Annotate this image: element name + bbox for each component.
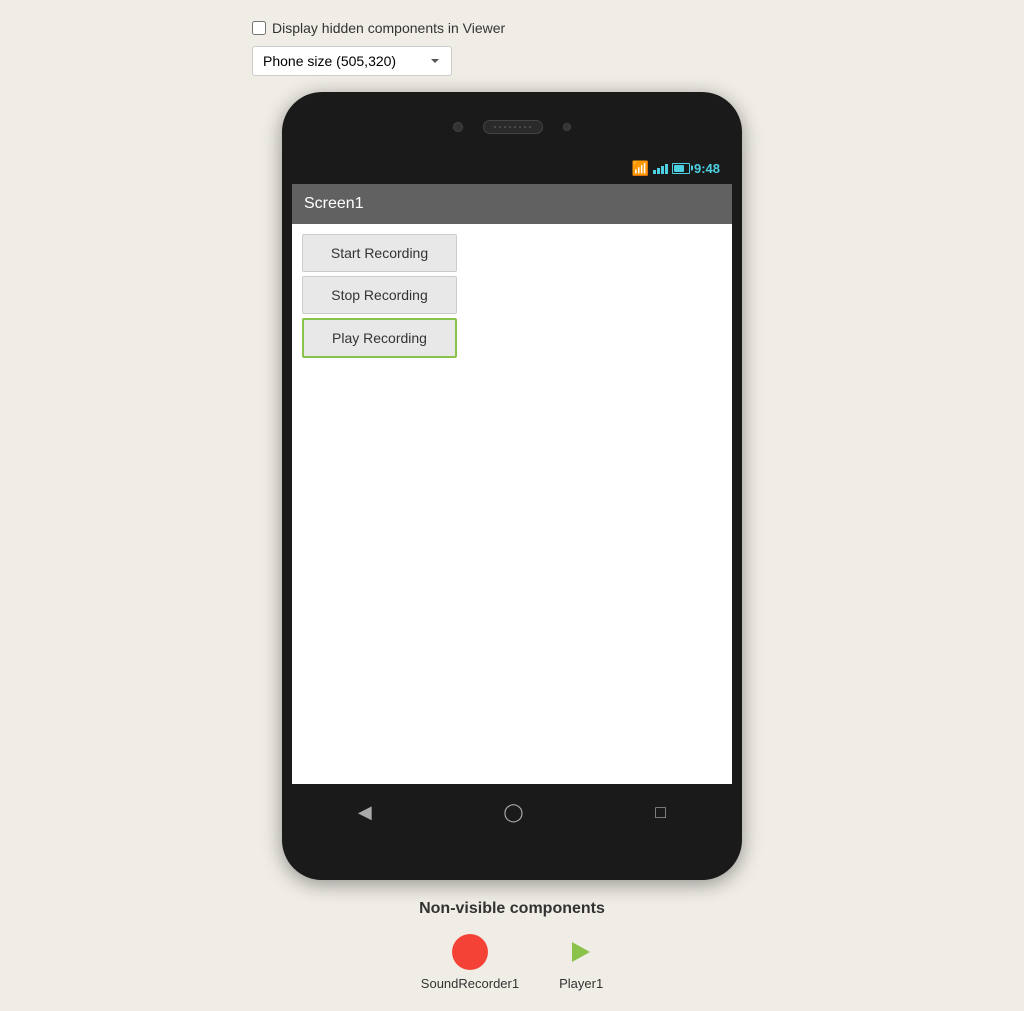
phone-top-bezel bbox=[292, 102, 732, 152]
phone-front-camera-icon bbox=[563, 123, 571, 131]
status-icons: 📶 9:48 bbox=[632, 160, 720, 177]
phone-size-dropdown[interactable]: Phone size (505,320) Tablet size (1024,7… bbox=[252, 46, 452, 76]
checkbox-row: Display hidden components in Viewer bbox=[252, 20, 505, 36]
home-nav-icon[interactable]: ◯ bbox=[503, 802, 523, 823]
phone-speaker-icon bbox=[483, 120, 543, 134]
player-icon bbox=[563, 934, 599, 970]
signal-bar-1 bbox=[653, 170, 656, 174]
wifi-icon: 📶 bbox=[632, 160, 649, 177]
status-bar: 📶 9:48 bbox=[292, 152, 732, 184]
battery-fill bbox=[674, 165, 684, 172]
signal-bar-2 bbox=[657, 168, 660, 174]
status-time: 9:48 bbox=[694, 161, 720, 176]
signal-bars-icon bbox=[653, 162, 668, 174]
app-title: Screen1 bbox=[304, 195, 364, 213]
player-label: Player1 bbox=[559, 976, 603, 991]
non-visible-section: Non-visible components SoundRecorder1 Pl… bbox=[419, 900, 605, 991]
phone-bottom-bezel bbox=[292, 840, 732, 870]
display-hidden-checkbox[interactable] bbox=[252, 21, 266, 35]
player-component: Player1 bbox=[559, 934, 603, 991]
display-hidden-label: Display hidden components in Viewer bbox=[272, 20, 505, 36]
screen-content: Start Recording Stop Recording Play Reco… bbox=[292, 224, 732, 784]
non-visible-title: Non-visible components bbox=[419, 900, 605, 918]
signal-bar-3 bbox=[661, 166, 664, 174]
play-recording-button[interactable]: Play Recording bbox=[302, 318, 457, 358]
non-visible-components-row: SoundRecorder1 Player1 bbox=[419, 934, 605, 991]
phone-screen: 📶 9:48 Screen1 Start R bbox=[292, 152, 732, 840]
app-bar: Screen1 bbox=[292, 184, 732, 224]
back-nav-icon[interactable]: ◀ bbox=[358, 802, 372, 823]
play-triangle-icon bbox=[572, 942, 590, 962]
battery-icon bbox=[672, 163, 690, 174]
sound-recorder-label: SoundRecorder1 bbox=[421, 976, 519, 991]
phone-device: 📶 9:48 Screen1 Start R bbox=[282, 92, 742, 880]
sound-recorder-component: SoundRecorder1 bbox=[421, 934, 519, 991]
stop-recording-button[interactable]: Stop Recording bbox=[302, 276, 457, 314]
signal-bar-4 bbox=[665, 164, 668, 174]
phone-camera-icon bbox=[453, 122, 463, 132]
recents-nav-icon[interactable]: □ bbox=[655, 802, 666, 823]
start-recording-button[interactable]: Start Recording bbox=[302, 234, 457, 272]
top-controls: Display hidden components in Viewer Phon… bbox=[252, 20, 772, 76]
phone-nav-bar: ◀ ◯ □ bbox=[292, 784, 732, 840]
sound-recorder-icon bbox=[452, 934, 488, 970]
